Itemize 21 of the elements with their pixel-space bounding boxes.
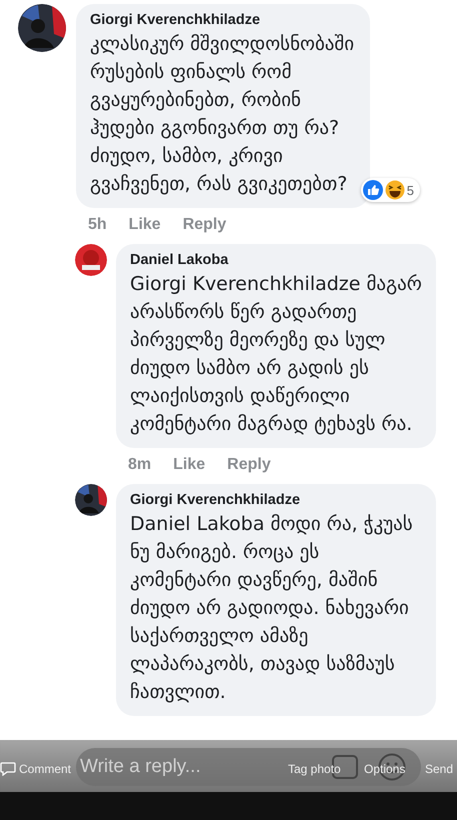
comment-text: კლასიკურ მშვილდოსნობაში რუსების ფინალს რომ გვაყურებინებთ, რობინ ჰუდები გგონივართ თუ რა? ძიუდო, სამბო, კრივი გვაჩვენეთ, რას გვიკეთებთ? <box>90 32 356 197</box>
reply-link[interactable]: Reply <box>182 216 226 234</box>
tag-photo-button[interactable]: Tag photo <box>288 762 341 776</box>
author-name[interactable]: Giorgi Kverenchkhiladze <box>130 492 426 508</box>
comment-button[interactable]: Comment <box>0 762 72 776</box>
like-link[interactable]: Like <box>128 216 161 234</box>
speech-bubble-icon <box>0 762 16 776</box>
comment-text: Giorgi Kverenchkhiladze მაგარ არასწორს წერ გადართე პირველზე მეორეზე და სულ ძიუდო სამბო არ გადის ეს ლაიქისთვის დაწერილი კომენტარი მაგრად ტეხავს რა. <box>130 272 423 437</box>
send-button[interactable]: Send <box>425 762 454 776</box>
like-link[interactable]: Like <box>173 456 206 474</box>
author-name[interactable]: Giorgi Kverenchkhiladze <box>90 12 360 28</box>
reaction-badge[interactable]: 5 <box>360 178 420 202</box>
laughing-emoji-icon <box>384 180 405 200</box>
comment-time[interactable]: 5h <box>88 216 107 234</box>
author-name[interactable]: Daniel Lakoba <box>130 252 426 268</box>
comment-text: Daniel Lakoba მოდი რა, ჭკუას ნუ მარიგებ. როცა ეს კომენტარი დავწერე, მაშინ ძიუდო არ გადიოდა. ნახევარი საქართველო ამაზე ლაპარაკობს, თავად საზმაუს ჩათვლით. <box>130 512 414 705</box>
like-icon <box>362 180 383 200</box>
comment-time[interactable]: 8m <box>128 456 152 474</box>
reply-link[interactable]: Reply <box>227 456 271 474</box>
options-button[interactable]: Options <box>364 762 406 776</box>
reaction-count: 5 <box>406 182 414 198</box>
